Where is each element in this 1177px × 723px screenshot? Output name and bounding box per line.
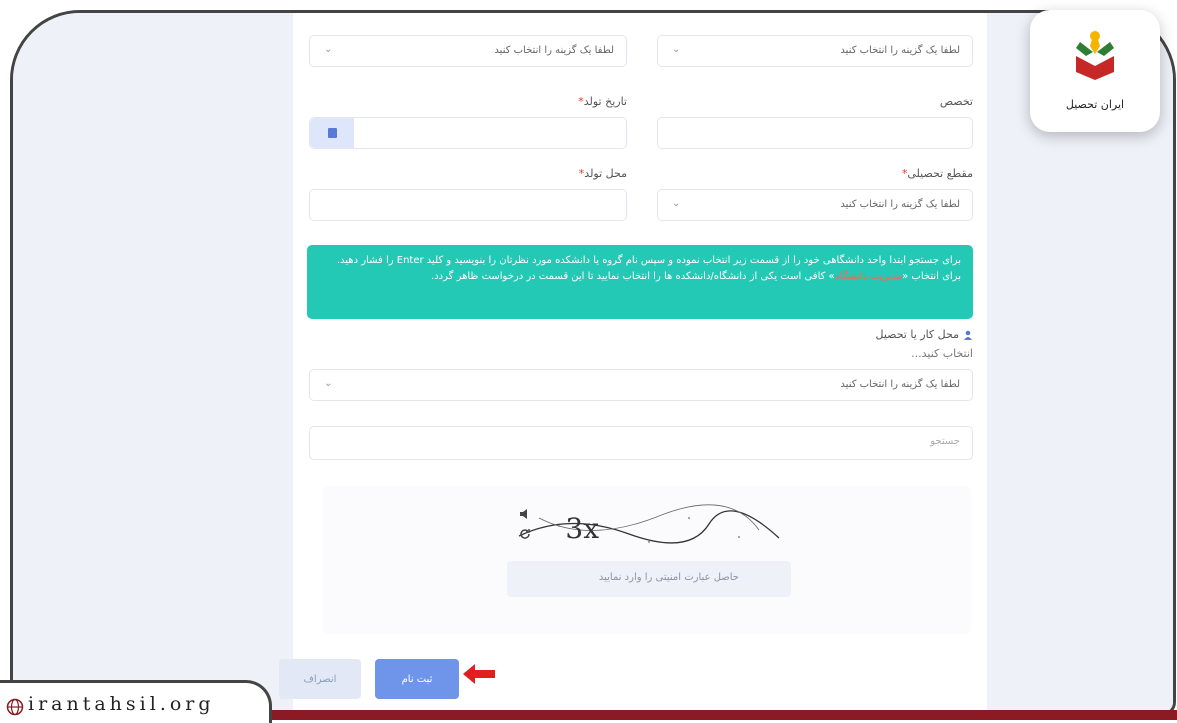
search-input[interactable]: جستجو xyxy=(309,426,973,460)
info-highlight-link[interactable]: مدیریت دانشگاه xyxy=(835,271,902,282)
globe-icon xyxy=(6,698,24,716)
select-placeholder: لطفا یک گزینه را انتخاب کنید xyxy=(840,45,960,56)
logo-card: ایران تحصیل xyxy=(1030,10,1160,132)
info-line-1: برای جستجو ابتدا واحد دانشگاهی خود را از… xyxy=(336,255,961,266)
education-level-select[interactable]: لطفا یک گزینه را انتخاب کنید ⌄ xyxy=(657,189,973,221)
chevron-down-icon: ⌄ xyxy=(672,198,681,209)
specialty-label: تخصص xyxy=(939,95,973,108)
info-alert: برای جستجو ابتدا واحد دانشگاهی خود را از… xyxy=(307,245,973,319)
birth-date-input[interactable] xyxy=(309,117,627,149)
captcha-placeholder: حاصل عبارت امنیتی را وارد نمایید xyxy=(598,572,739,583)
field-select-row0-left[interactable]: لطفا یک گزینه را انتخاب کنید ⌄ xyxy=(309,35,627,67)
workplace-label: محل کار یا تحصیل xyxy=(876,328,973,341)
workplace-select[interactable]: لطفا یک گزینه را انتخاب کنید ⌄ xyxy=(309,369,973,401)
logo-text: ایران تحصیل xyxy=(1065,98,1125,111)
captcha-code: 3x xyxy=(565,512,599,545)
search-placeholder: جستجو xyxy=(930,436,960,447)
chevron-down-icon: ⌄ xyxy=(324,378,333,389)
chevron-down-icon: ⌄ xyxy=(672,44,681,55)
bottom-brand-bar xyxy=(258,710,1177,720)
pointer-arrow-icon xyxy=(463,664,495,684)
specialty-input[interactable] xyxy=(657,117,973,149)
audio-icon[interactable] xyxy=(519,508,531,520)
captcha-section: 3x حاصل عبارت امنیتی را وارد نمایید xyxy=(323,486,971,634)
user-icon xyxy=(964,330,972,340)
calendar-icon[interactable] xyxy=(310,118,354,148)
field-select-row0-right[interactable]: لطفا یک گزینه را انتخاب کنید ⌄ xyxy=(657,35,973,67)
captcha-input[interactable]: حاصل عبارت امنیتی را وارد نمایید xyxy=(507,561,791,597)
education-level-label: مقطع تحصیلی* xyxy=(901,167,973,180)
select-placeholder: لطفا یک گزینه را انتخاب کنید xyxy=(840,199,960,210)
chevron-down-icon: ⌄ xyxy=(324,44,333,55)
select-placeholder: لطفا یک گزینه را انتخاب کنید xyxy=(840,379,960,390)
captcha-image: 3x xyxy=(499,504,795,550)
birth-place-label: محل تولد* xyxy=(578,167,627,180)
screenshot-frame: لطفا یک گزینه را انتخاب کنید ⌄ لطفا یک گ… xyxy=(10,10,1176,716)
logo-icon xyxy=(1076,30,1114,80)
info-line-2: برای انتخاب «مدیریت دانشگاه» کافی است یک… xyxy=(431,271,961,282)
refresh-icon[interactable] xyxy=(519,528,531,540)
left-background-panel xyxy=(13,13,293,713)
cancel-button[interactable]: انصراف xyxy=(279,659,361,699)
birth-place-input[interactable] xyxy=(309,189,627,221)
birth-date-label: تاریخ تولد* xyxy=(578,95,627,108)
select-placeholder: لطفا یک گزینه را انتخاب کنید xyxy=(494,45,614,56)
site-url: irantahsil.org xyxy=(28,693,215,715)
workplace-sublabel: انتخاب کنید... xyxy=(911,347,973,360)
registration-form: لطفا یک گزینه را انتخاب کنید ⌄ لطفا یک گ… xyxy=(293,13,987,713)
submit-button[interactable]: ثبت نام xyxy=(375,659,459,699)
